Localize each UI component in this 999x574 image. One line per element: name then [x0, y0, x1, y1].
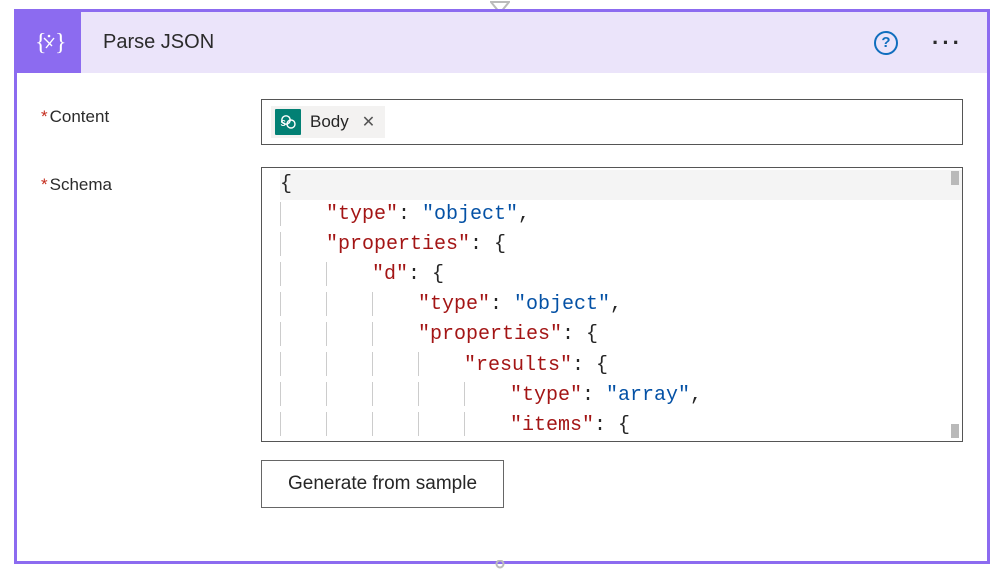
- help-icon[interactable]: ?: [874, 31, 898, 55]
- sharepoint-icon: S: [275, 109, 301, 135]
- content-row: *Content S Body ✕: [41, 99, 963, 145]
- svg-text:}: }: [55, 30, 66, 56]
- more-menu-icon[interactable]: ···: [928, 32, 967, 54]
- card-body: *Content S Body ✕ *Schema: [17, 73, 987, 530]
- content-input[interactable]: S Body ✕: [261, 99, 963, 145]
- dynamic-content-token[interactable]: S Body ✕: [271, 106, 385, 138]
- card-title: Parse JSON: [103, 31, 874, 54]
- parse-json-icon: { }: [17, 12, 81, 73]
- action-card: { } Parse JSON ? ··· *Content S Body ✕: [14, 9, 990, 564]
- schema-editor[interactable]: { "type": "object", "properties": { "d":…: [261, 167, 963, 442]
- svg-text:S: S: [281, 119, 287, 128]
- token-remove-icon[interactable]: ✕: [362, 112, 375, 132]
- schema-code[interactable]: { "type": "object", "properties": { "d":…: [262, 170, 962, 442]
- flow-arrow-out: [490, 560, 510, 574]
- token-label: Body: [310, 112, 349, 132]
- scrollbar-thumb-bottom[interactable]: [951, 424, 959, 438]
- svg-text:{: {: [35, 30, 47, 56]
- card-header[interactable]: { } Parse JSON ? ···: [17, 12, 987, 73]
- content-label: *Content: [41, 99, 261, 145]
- generate-from-sample-button[interactable]: Generate from sample: [261, 460, 504, 508]
- scrollbar-thumb-top[interactable]: [951, 171, 959, 185]
- schema-label: *Schema: [41, 167, 261, 508]
- schema-row: *Schema { "type": "object", "properties"…: [41, 167, 963, 508]
